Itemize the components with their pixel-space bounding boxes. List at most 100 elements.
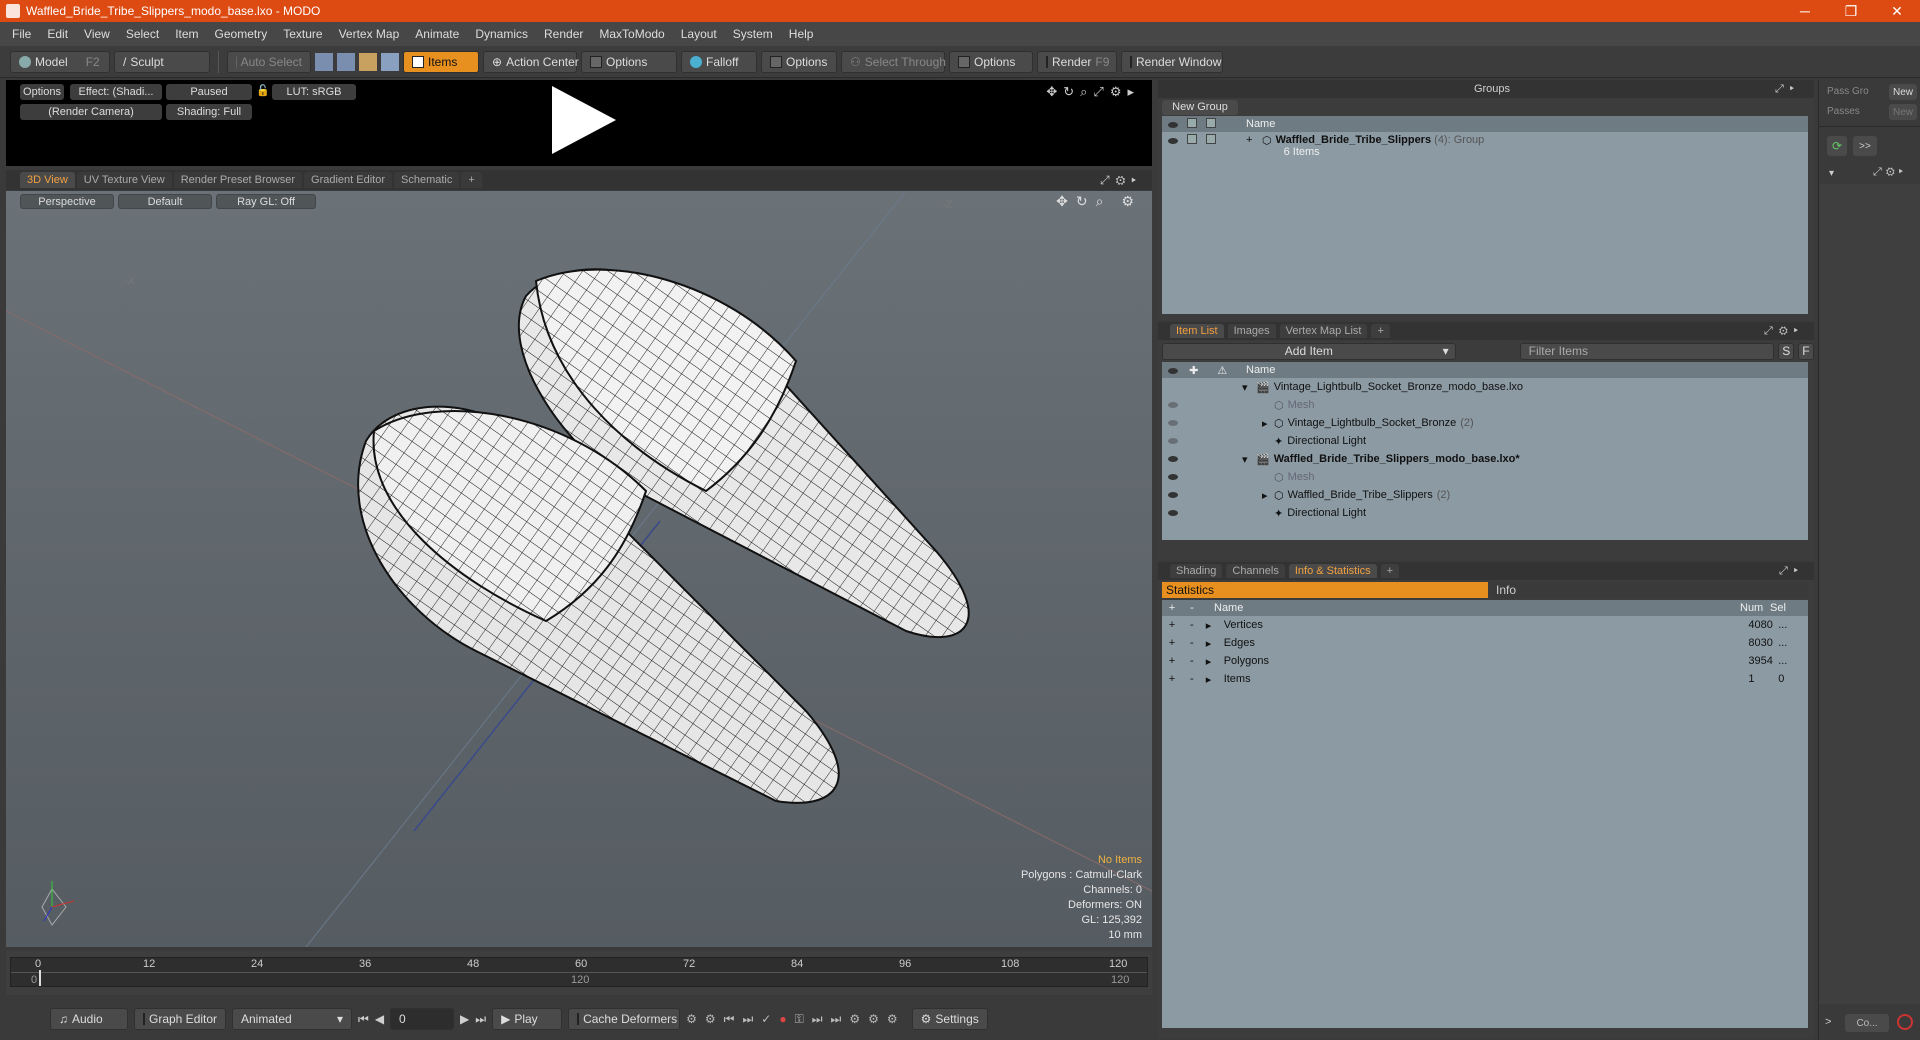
settings-c-icon[interactable]: ⚙ <box>887 1012 906 1026</box>
expand-triangle-icon[interactable]: ▸ <box>1202 637 1216 650</box>
frame-input[interactable]: 0 <box>390 1008 455 1030</box>
rotate-icon[interactable]: ↻ <box>1063 84 1080 99</box>
list-item[interactable]: ▸ ⬡ Vintage_Lightbulb_Socket_Bronze (2) <box>1162 414 1808 432</box>
step-back-icon[interactable]: ◀ <box>375 1012 384 1026</box>
key-icon[interactable]: ⚙ <box>686 1012 705 1026</box>
list-item[interactable]: ✦ Directional Light <box>1162 432 1808 450</box>
table-row[interactable]: + - ▸ Edges 8030... <box>1162 634 1808 652</box>
expand-triangle-icon[interactable]: ▸ <box>1262 417 1274 430</box>
tab-images[interactable]: Images <box>1227 324 1276 338</box>
visibility-eye-icon[interactable] <box>1168 402 1178 408</box>
gear-icon[interactable]: ⚙ <box>1886 166 1899 178</box>
expand-icon[interactable]: ⤢ <box>1873 166 1886 178</box>
remove-selection-button[interactable]: - <box>1182 673 1202 685</box>
add-selection-button[interactable]: + <box>1162 655 1182 667</box>
expand-icon[interactable]: ⤢ <box>1775 83 1790 95</box>
expand-triangle-icon[interactable]: ▸ <box>1262 489 1274 502</box>
lock-icon[interactable]: 🔓 <box>256 84 270 97</box>
move-icon[interactable]: ✥ <box>1046 84 1063 99</box>
gear-icon[interactable]: ⚙ <box>1779 325 1794 337</box>
settings-b-icon[interactable]: ⚙ <box>868 1012 887 1026</box>
materials-mode-icon[interactable] <box>381 52 399 71</box>
model-mode-button[interactable]: Model F2 <box>10 50 110 73</box>
polygons-mode-icon[interactable] <box>359 52 377 71</box>
tab-render-preset-browser[interactable]: Render Preset Browser <box>173 172 303 188</box>
more-button[interactable]: >> <box>1853 136 1877 156</box>
zoom-icon[interactable]: ⌕ <box>1080 84 1093 99</box>
add-tab-button[interactable]: + <box>461 172 482 188</box>
tab-shading[interactable]: Shading <box>1170 564 1223 578</box>
tab-item-list[interactable]: Item List <box>1170 324 1224 338</box>
falloff-button[interactable]: Falloff <box>681 50 757 73</box>
settings-button[interactable]: ⚙ Settings <box>911 1008 988 1030</box>
visibility-eye-icon[interactable] <box>1168 456 1178 462</box>
arrow-right-icon[interactable]: ▸ <box>1794 565 1804 577</box>
key-all-icon[interactable]: ⚙ <box>705 1012 724 1026</box>
graph-editor-button[interactable]: Graph Editor <box>134 1008 226 1030</box>
animated-dropdown[interactable]: Animated ▾ <box>232 1008 352 1030</box>
statistics-subtab[interactable]: Statistics <box>1162 582 1488 598</box>
menu-vertex-map[interactable]: Vertex Map <box>331 27 408 41</box>
3d-viewport[interactable]: Perspective Default Ray GL: Off ✥↻⌕ ⚙ -X … <box>6 191 1152 947</box>
tab-channels[interactable]: Channels <box>1226 564 1285 578</box>
visibility-eye-icon[interactable] <box>1168 420 1178 426</box>
timeline[interactable]: 0 12 24 36 48 60 72 84 96 108 120 0 120 … <box>6 951 1152 995</box>
auto-key-icon[interactable]: ✓ <box>761 1012 779 1026</box>
add-selection-button[interactable]: + <box>1162 673 1182 685</box>
menu-layout[interactable]: Layout <box>673 27 725 41</box>
remove-selection-button[interactable]: - <box>1182 637 1202 649</box>
chevron-down-icon[interactable]: ▾ <box>1829 168 1834 179</box>
preview-options-button[interactable]: Options <box>20 84 64 100</box>
collapse-triangle-icon[interactable]: ▾ <box>1242 453 1256 466</box>
add-tab-button[interactable]: + <box>1371 324 1390 338</box>
add-tab-button[interactable]: + <box>1380 564 1400 578</box>
menu-system[interactable]: System <box>725 27 781 41</box>
play-icon[interactable] <box>552 86 616 154</box>
list-item[interactable]: ▸ ⬡ Waffled_Bride_Tribe_Slippers (2) <box>1162 486 1808 504</box>
render-toggle[interactable] <box>1187 134 1198 144</box>
menu-help[interactable]: Help <box>781 27 822 41</box>
cache-deformers-button[interactable]: Cache Deformers <box>568 1008 681 1030</box>
select-through-button[interactable]: ⚇ Select Through <box>841 50 946 73</box>
refresh-icon[interactable]: ⟳ <box>1827 136 1847 156</box>
arrow-right-icon[interactable]: ▸ <box>1127 84 1140 99</box>
add-selection-button[interactable]: + <box>1162 619 1182 631</box>
edges-mode-icon[interactable] <box>337 52 355 71</box>
skip-to-start-icon[interactable]: ⏮ <box>358 1012 369 1027</box>
command-input[interactable]: Co... <box>1845 1014 1889 1032</box>
remove-selection-button[interactable]: - <box>1182 619 1202 631</box>
list-item[interactable]: ⬡ Mesh <box>1162 468 1808 486</box>
tab-gradient-editor[interactable]: Gradient Editor <box>304 172 392 188</box>
new-pass-button[interactable]: New <box>1889 104 1917 120</box>
gear-icon[interactable]: ⚙ <box>1110 84 1128 99</box>
timeline-track[interactable]: 0 12 24 36 48 60 72 84 96 108 120 0 120 … <box>10 957 1148 987</box>
items-mode-button[interactable]: Items <box>403 50 479 73</box>
tab-uv-texture-view[interactable]: UV Texture View <box>76 172 172 188</box>
lut-dropdown[interactable]: LUT: sRGB <box>272 84 356 100</box>
tab-3d-view[interactable]: 3D View <box>20 172 75 188</box>
menu-dynamics[interactable]: Dynamics <box>467 27 536 41</box>
menu-edit[interactable]: Edit <box>39 27 76 41</box>
new-pass-group-button[interactable]: New <box>1889 84 1917 100</box>
filter-items-input[interactable]: Filter Items <box>1519 342 1775 360</box>
list-item[interactable]: ⬡ Mesh <box>1162 396 1808 414</box>
expand-triangle-icon[interactable]: ▸ <box>1202 673 1216 686</box>
audio-button[interactable]: ♫ Audio <box>50 1008 128 1030</box>
expand-icon[interactable]: ⤢ <box>1779 565 1794 577</box>
prev-frame-icon[interactable]: ⏭ <box>812 1012 831 1026</box>
expand-icon[interactable]: ⤢ <box>1764 325 1779 337</box>
key-filter-icon[interactable]: ⚿ <box>795 1012 812 1026</box>
visibility-eye-icon[interactable] <box>1168 438 1178 444</box>
next-key-icon[interactable]: ⏭ <box>742 1012 761 1026</box>
minimize-button[interactable]: ─ <box>1782 3 1828 19</box>
step-forward-icon[interactable]: ▶ <box>460 1012 469 1026</box>
arrow-right-icon[interactable]: ▸ <box>1790 83 1800 95</box>
close-button[interactable]: ✕ <box>1874 3 1920 20</box>
tab-info-statistics[interactable]: Info & Statistics <box>1288 564 1377 578</box>
visibility-eye-icon[interactable] <box>1168 510 1178 516</box>
maximize-button[interactable]: ❐ <box>1828 3 1874 20</box>
f-filter-button[interactable]: F <box>1798 342 1814 360</box>
sculpt-mode-button[interactable]: / Sculpt <box>114 50 210 73</box>
shading-dropdown[interactable]: Shading: Full <box>166 104 252 120</box>
vertices-mode-icon[interactable] <box>315 52 333 71</box>
